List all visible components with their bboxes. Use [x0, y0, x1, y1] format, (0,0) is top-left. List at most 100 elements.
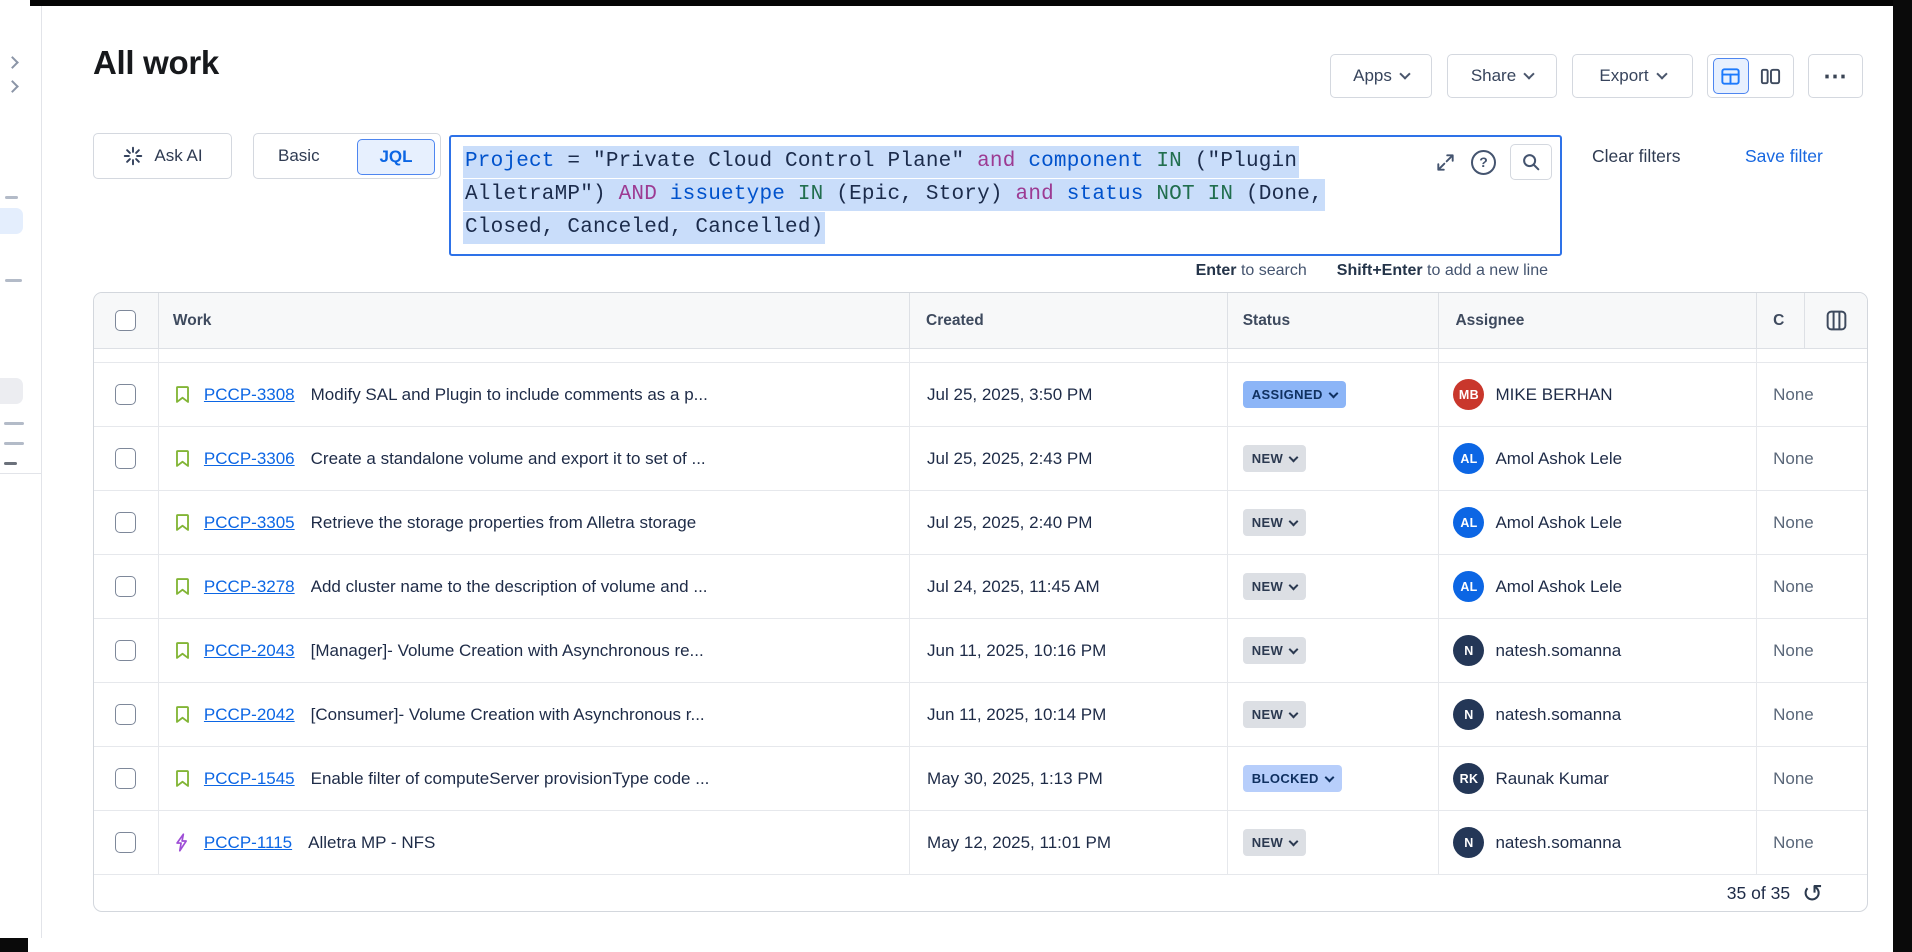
table-row: PCCP-1545Enable filter of computeServer … [94, 747, 1867, 811]
column-header-work[interactable]: Work [159, 293, 910, 348]
issue-key-link[interactable]: PCCP-2043 [204, 641, 295, 661]
assignee-name: Amol Ashok Lele [1495, 513, 1622, 533]
columns-settings-icon[interactable] [1824, 308, 1849, 333]
issue-key-link[interactable]: PCCP-3306 [204, 449, 295, 469]
assignee-name: Amol Ashok Lele [1495, 449, 1622, 469]
export-button[interactable]: Export [1572, 54, 1693, 98]
created-cell: Jul 24, 2025, 11:45 AM [910, 555, 1228, 618]
status-badge[interactable]: NEW [1243, 701, 1307, 728]
issue-key-link[interactable]: PCCP-2042 [204, 705, 295, 725]
status-label: NEW [1252, 707, 1284, 722]
apps-button[interactable]: Apps [1330, 54, 1432, 98]
table-row: PCCP-2042 [Consumer]- Volume Creation wit… [94, 683, 1867, 747]
save-filter-button[interactable]: Save filter [1745, 133, 1823, 179]
jql-editor[interactable]: Project = "Private Cloud Control Plane" … [449, 135, 1562, 256]
column-header-assignee[interactable]: Assignee [1439, 293, 1757, 348]
row-checkbox[interactable] [115, 640, 136, 661]
sidebar-item[interactable] [4, 462, 17, 465]
work-cell: PCCP-2043 [Manager]- Volume Creation with… [159, 619, 910, 682]
share-button[interactable]: Share [1447, 54, 1557, 98]
issue-key-link[interactable]: PCCP-3305 [204, 513, 295, 533]
column-header-created[interactable]: Created [910, 293, 1228, 348]
sidebar-item-selected[interactable] [0, 208, 23, 234]
issue-key-link[interactable]: PCCP-1115 [204, 833, 292, 853]
row-checkbox[interactable] [115, 704, 136, 725]
assignee-cell: Nnatesh.somanna [1439, 683, 1757, 746]
chevron-down-icon [1289, 836, 1299, 846]
jql-token: IN [1144, 150, 1195, 173]
chevron-down-icon [1524, 68, 1535, 79]
issue-summary: Create a standalone volume and export it… [311, 449, 706, 469]
row-checkbox[interactable] [115, 384, 136, 405]
detail-view-button[interactable] [1753, 58, 1789, 94]
status-badge[interactable]: ASSIGNED [1243, 381, 1346, 408]
created-cell: Jun 11, 2025, 10:16 PM [910, 619, 1228, 682]
status-cell: NEW [1228, 619, 1440, 682]
issue-summary: [Manager]- Volume Creation with Asynchro… [311, 641, 704, 661]
row-select-cell [94, 491, 159, 554]
sidebar-item-hover[interactable] [0, 378, 23, 404]
sidebar-item[interactable] [5, 279, 22, 282]
help-icon[interactable]: ? [1471, 150, 1496, 175]
assignee-name: Raunak Kumar [1495, 769, 1608, 789]
status-label: NEW [1252, 579, 1284, 594]
ask-ai-button[interactable]: Ask AI [93, 133, 232, 179]
status-badge[interactable]: NEW [1243, 573, 1307, 600]
issue-summary: Retrieve the storage properties from All… [311, 513, 697, 533]
issue-summary: Add cluster name to the description of v… [311, 577, 708, 597]
status-badge[interactable]: BLOCKED [1243, 765, 1342, 792]
assignee-cell: Nnatesh.somanna [1439, 811, 1757, 874]
column-settings-cell [1805, 293, 1867, 348]
jql-query-text: Project = "Private Cloud Control Plane" … [463, 145, 1325, 244]
more-actions-button[interactable]: ⋯ [1808, 54, 1863, 98]
created-cell: Jul 25, 2025, 2:40 PM [910, 491, 1228, 554]
column-header-extra[interactable]: C [1757, 293, 1805, 348]
refresh-icon[interactable]: ↺ [1802, 884, 1823, 904]
sidebar-expand-icon[interactable] [6, 80, 19, 93]
jql-line: AlletraMP") AND issuetype IN (Epic, Stor… [463, 178, 1325, 211]
mode-basic-button[interactable]: Basic [278, 146, 320, 166]
extra-cell: None [1757, 619, 1867, 682]
assignee-name: natesh.somanna [1495, 641, 1621, 661]
status-badge[interactable]: NEW [1243, 445, 1307, 472]
expand-icon[interactable] [1434, 151, 1457, 174]
hint-shift-key: Shift+Enter [1337, 262, 1423, 279]
status-badge[interactable]: NEW [1243, 637, 1307, 664]
story-icon [172, 576, 193, 597]
issue-key-link[interactable]: PCCP-3278 [204, 577, 295, 597]
row-select-cell [94, 555, 159, 618]
row-checkbox[interactable] [115, 512, 136, 533]
sidebar-item[interactable] [4, 422, 24, 425]
jql-token: and [1016, 183, 1067, 206]
row-checkbox[interactable] [115, 768, 136, 789]
search-button[interactable] [1510, 144, 1552, 180]
result-count: 35 of 35 [1727, 883, 1790, 904]
row-checkbox[interactable] [115, 832, 136, 853]
status-badge[interactable]: NEW [1243, 509, 1307, 536]
row-checkbox[interactable] [115, 576, 136, 597]
table-footer: 35 of 35 ↺ [94, 875, 1867, 912]
jql-token: (Done, [1246, 183, 1323, 206]
assignee-cell: ALAmol Ashok Lele [1439, 555, 1757, 618]
export-button-label: Export [1599, 66, 1648, 86]
row-checkbox[interactable] [115, 448, 136, 469]
table-row: PCCP-3278 Add cluster name to the descrip… [94, 555, 1867, 619]
issue-key-link[interactable]: PCCP-1545 [204, 769, 295, 789]
story-icon [172, 704, 193, 725]
status-badge[interactable]: NEW [1243, 829, 1307, 856]
issue-summary: [Consumer]- Volume Creation with Asynchr… [311, 705, 705, 725]
sidebar-expand-icon[interactable] [6, 56, 19, 69]
sidebar-item[interactable] [4, 442, 24, 445]
more-icon: ⋯ [1823, 62, 1848, 91]
sidebar-item[interactable] [5, 196, 18, 199]
table-row: PCCP-1115Alletra MP - NFSMay 12, 2025, 1… [94, 811, 1867, 875]
mode-jql-button[interactable]: JQL [357, 139, 435, 175]
screen-edge-top [30, 0, 1893, 6]
jql-token: AlletraMP") [465, 183, 619, 206]
select-all-checkbox[interactable] [115, 310, 136, 331]
avatar: AL [1453, 507, 1484, 538]
clear-filters-button[interactable]: Clear filters [1592, 133, 1681, 179]
column-header-status[interactable]: Status [1228, 293, 1440, 348]
issue-key-link[interactable]: PCCP-3308 [204, 385, 295, 405]
table-view-button[interactable] [1713, 58, 1749, 94]
